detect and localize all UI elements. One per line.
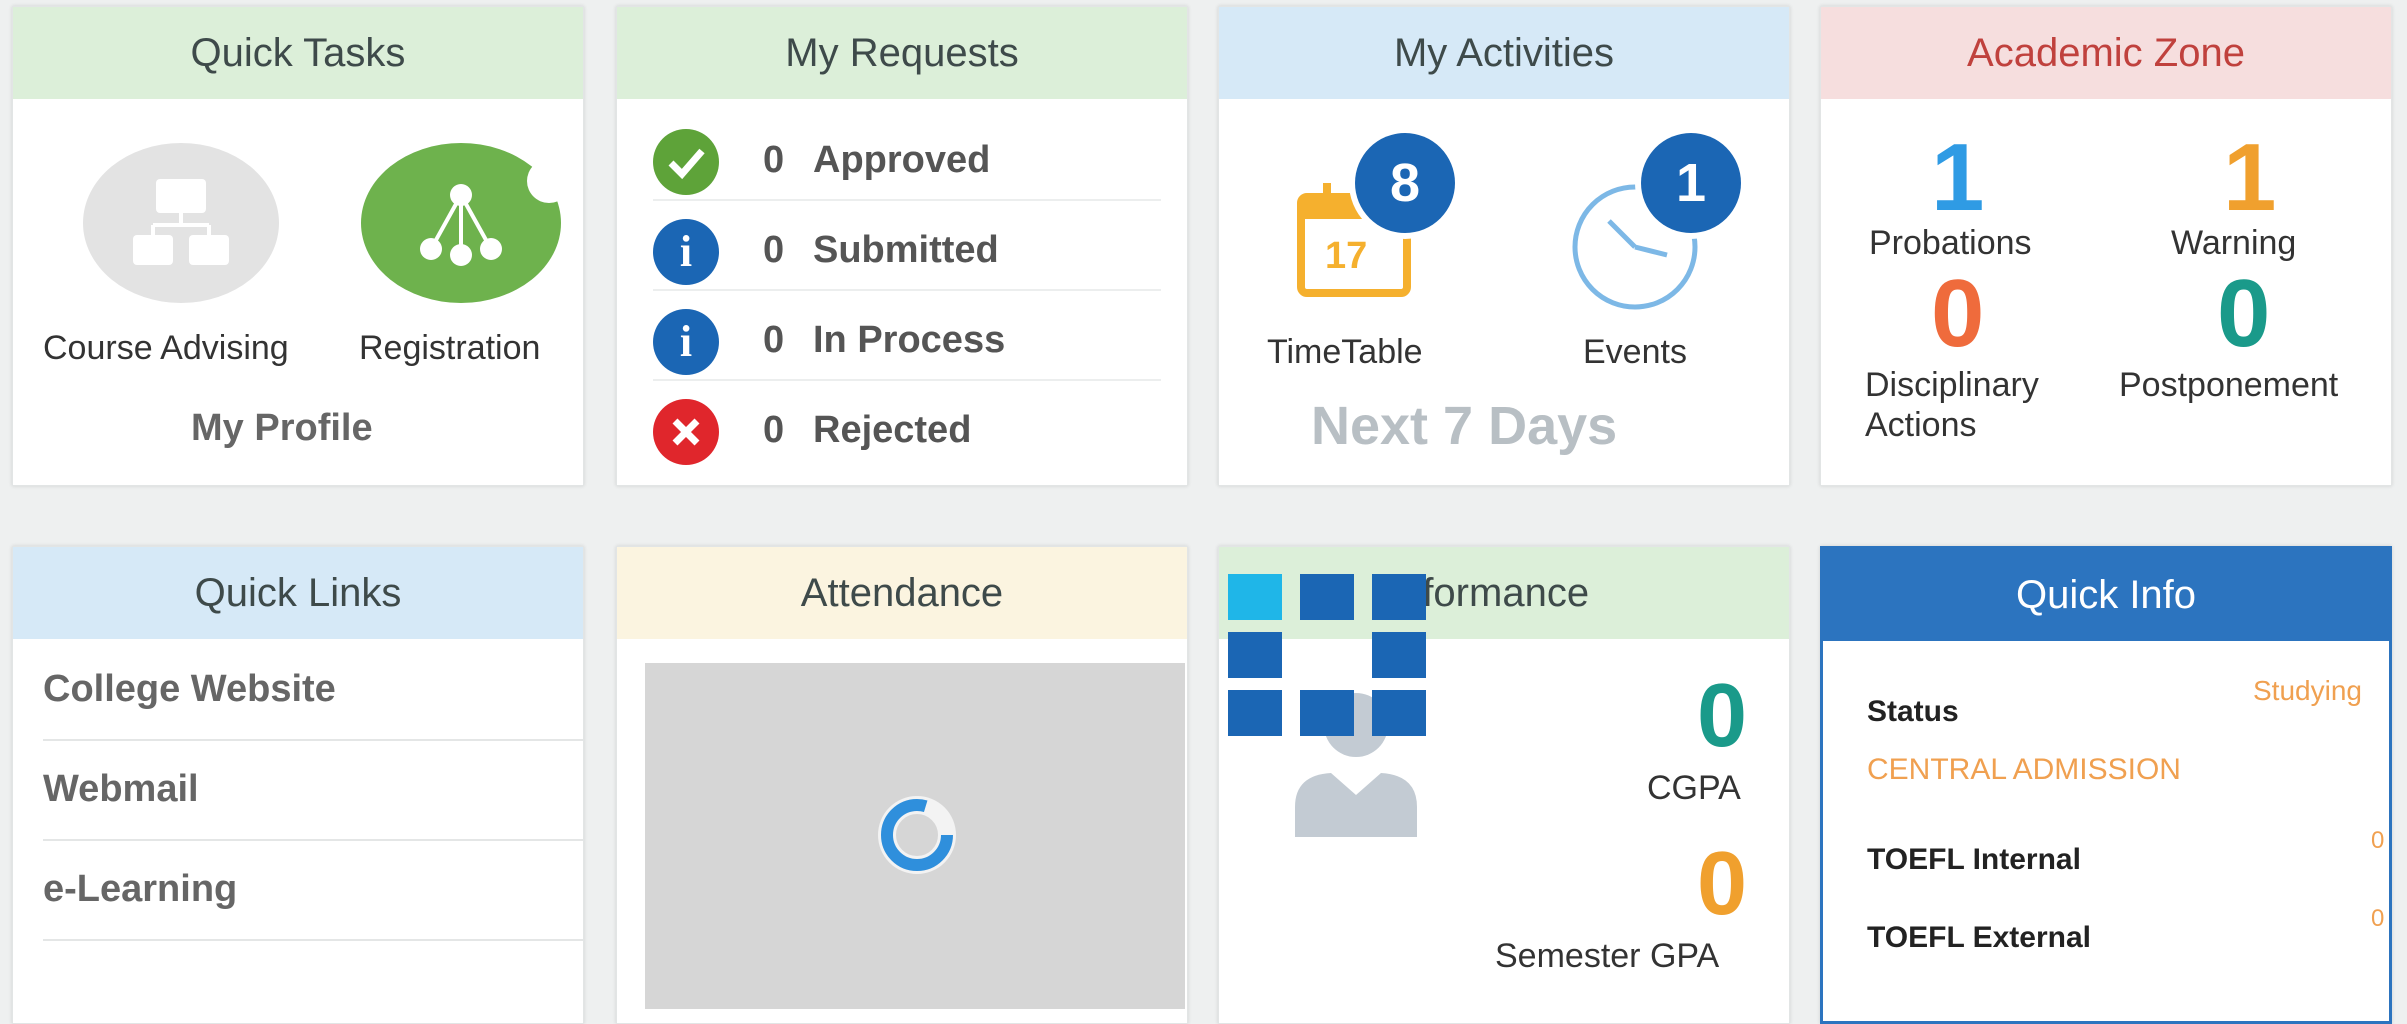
approved-label: Approved: [813, 139, 991, 181]
info-icon: i: [653, 219, 719, 285]
info-icon: i: [653, 309, 719, 375]
calendar-day: 17: [1325, 235, 1368, 277]
toefl-internal-label: TOEFL Internal: [1867, 843, 2081, 876]
postponement-label: Postponement: [2119, 366, 2339, 404]
in-process-label: In Process: [813, 319, 1006, 361]
probations-label: Probations: [1869, 224, 2032, 262]
request-approved-row[interactable]: 0 Approved: [653, 109, 1161, 201]
my-profile-link[interactable]: My Profile: [191, 407, 373, 450]
cgpa-label: CGPA: [1647, 769, 1741, 807]
disciplinary-value: 0: [1931, 260, 1985, 367]
rejected-label: Rejected: [813, 409, 972, 451]
my-activities-title: My Activities: [1219, 7, 1789, 99]
status-label: Status: [1867, 695, 1959, 728]
course-advising-label: Course Advising: [43, 329, 289, 367]
my-requests-title: My Requests: [617, 7, 1187, 99]
attendance-card: Attendance: [616, 546, 1188, 1024]
close-icon: [653, 399, 719, 465]
probations-value: 1: [1931, 124, 1985, 231]
next-7-days-label: Next 7 Days: [1311, 396, 1618, 456]
academic-zone-title: Academic Zone: [1821, 7, 2391, 99]
course-advising-button[interactable]: [83, 143, 279, 303]
quick-info-card: Quick Info Status Studying CENTRAL ADMIS…: [1820, 546, 2392, 1024]
warning-value: 1: [2223, 124, 2277, 231]
performance-title-text: rformance: [1409, 571, 1590, 615]
timetable-badge: 8: [1355, 133, 1455, 233]
request-rejected-row[interactable]: 0 Rejected: [653, 379, 1161, 469]
in-process-count: 0: [763, 319, 785, 361]
e-learning-link[interactable]: e-Learning: [43, 839, 583, 941]
quick-info-title: Quick Info: [1823, 549, 2389, 641]
request-submitted-row[interactable]: i 0 Submitted: [653, 199, 1161, 291]
attendance-title: Attendance: [617, 547, 1187, 639]
sitemap-icon: [133, 179, 229, 265]
request-in-process-row[interactable]: i 0 In Process: [653, 289, 1161, 381]
disciplinary-label: Disciplinary Actions: [1865, 366, 2039, 444]
events-label: Events: [1583, 333, 1687, 371]
college-website-link[interactable]: College Website: [43, 639, 583, 741]
toefl-internal-value: 0: [2371, 827, 2385, 854]
submitted-label: Submitted: [813, 229, 999, 271]
network-icon: [420, 159, 571, 266]
academic-zone-card: Academic Zone 1 Probations 1 Warning 0 D…: [1820, 6, 2392, 486]
webmail-link[interactable]: Webmail: [43, 739, 583, 841]
quick-tasks-card: Quick Tasks Course Advising Registration…: [12, 6, 584, 486]
my-requests-card: My Requests 0 Approved i 0 Submitted i 0…: [616, 6, 1188, 486]
my-activities-card: My Activities 17 8 TimeTable 1 Events Ne…: [1218, 6, 1790, 486]
check-icon: [653, 129, 719, 195]
loading-spinner-icon: [878, 796, 956, 874]
postponement-value: 0: [2217, 260, 2271, 367]
rejected-count: 0: [763, 409, 785, 451]
quick-links-card: Quick Links College Website Webmail e-Le…: [12, 546, 584, 1024]
toefl-external-label: TOEFL External: [1867, 921, 2091, 954]
loading-grid-icon: [1228, 574, 1430, 738]
semester-gpa-value: 0: [1697, 834, 1748, 934]
cgpa-value: 0: [1697, 666, 1748, 766]
status-value: Studying: [2253, 675, 2362, 706]
submitted-count: 0: [763, 229, 785, 271]
semester-gpa-label: Semester GPA: [1495, 937, 1720, 975]
registration-label: Registration: [359, 329, 541, 367]
timetable-label: TimeTable: [1267, 333, 1423, 371]
toefl-external-value: 0: [2371, 905, 2385, 932]
quick-tasks-title: Quick Tasks: [13, 7, 583, 99]
events-badge: 1: [1641, 133, 1741, 233]
attendance-loading-panel: [645, 663, 1185, 1009]
registration-button[interactable]: [361, 143, 571, 303]
quick-links-title: Quick Links: [13, 547, 583, 639]
approved-count: 0: [763, 139, 785, 181]
warning-label: Warning: [2171, 224, 2297, 262]
admission-type: CENTRAL ADMISSION: [1867, 753, 2181, 786]
